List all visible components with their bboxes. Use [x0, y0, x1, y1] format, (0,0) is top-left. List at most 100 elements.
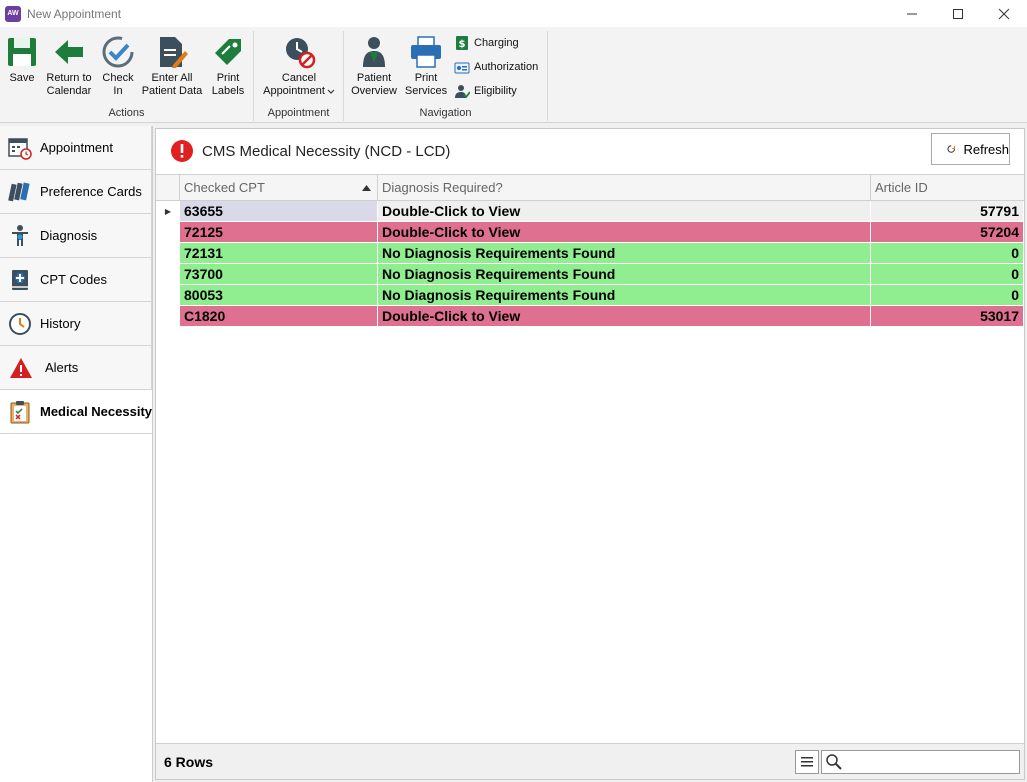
header-label: Article ID: [875, 180, 928, 195]
enter-label-1: Enter All: [151, 72, 193, 84]
row-indicator: [156, 222, 180, 242]
sidebar-item-preference-cards[interactable]: Preference Cards: [0, 170, 152, 214]
column-chooser-button[interactable]: [795, 750, 819, 774]
refresh-icon: [947, 145, 955, 153]
minimize-icon: [907, 13, 917, 14]
table-row[interactable]: 72131 No Diagnosis Requirements Found 0: [156, 243, 1024, 264]
save-button[interactable]: Save: [4, 35, 40, 85]
save-icon: [8, 38, 36, 66]
cell-diagnosis: Double-Click to View: [378, 201, 871, 221]
authorization-icon: [454, 62, 470, 74]
actions-group-label: Actions: [108, 107, 145, 119]
patient-overview-button[interactable]: Patient Overview: [348, 35, 400, 98]
table-row[interactable]: 72125 Double-Click to View 57204: [156, 222, 1024, 243]
sidebar-item-label: CPT Codes: [40, 272, 107, 287]
print-labels-button[interactable]: Print Labels: [208, 35, 248, 98]
enter-all-patient-data-button[interactable]: Enter All Patient Data: [140, 35, 204, 98]
print-label-2: Labels: [211, 85, 245, 97]
print-label-1: Print: [216, 72, 240, 84]
sidebar: Appointment Preference Cards Diagnosis C…: [0, 126, 153, 782]
cell-cpt: 63655: [180, 201, 378, 221]
enter-label-2: Patient Data: [141, 85, 203, 97]
sidebar-item-cpt-codes[interactable]: CPT Codes: [0, 258, 152, 302]
chevron-down-icon: [327, 89, 335, 94]
cell-cpt: 73700: [180, 264, 378, 284]
cell-cpt: 80053: [180, 285, 378, 305]
column-header-article-id[interactable]: Article ID: [871, 175, 1024, 200]
overview-label-1: Patient: [356, 72, 392, 84]
table-row[interactable]: ▶ 63655 Double-Click to View 57791: [156, 201, 1024, 222]
cancel-appointment-button[interactable]: Cancel Appointment: [260, 35, 338, 98]
cancel-label-2: Appointment: [263, 85, 325, 97]
cell-diagnosis: No Diagnosis Requirements Found: [378, 243, 871, 263]
sidebar-item-appointment[interactable]: Appointment: [0, 126, 152, 170]
dollar-icon: $: [456, 36, 468, 50]
cell-article-id: 53017: [871, 306, 1024, 326]
row-count: 6 Rows: [164, 753, 214, 770]
sidebar-item-alerts[interactable]: Alerts: [0, 346, 152, 390]
sidebar-item-history[interactable]: History: [0, 302, 152, 346]
services-label-2: Services: [404, 85, 448, 97]
check-in-button[interactable]: Check In: [98, 35, 138, 98]
cards-icon: [8, 182, 30, 201]
medical-necessity-panel: CMS Medical Necessity (NCD - LCD) Refres…: [155, 128, 1025, 780]
cell-diagnosis: No Diagnosis Requirements Found: [378, 285, 871, 305]
table-row[interactable]: 80053 No Diagnosis Requirements Found 0: [156, 285, 1024, 306]
print-services-button[interactable]: Print Services: [402, 35, 450, 98]
cell-article-id: 0: [871, 264, 1024, 284]
return-label-1: Return to: [46, 72, 92, 84]
column-header-checked-cpt[interactable]: Checked CPT: [180, 175, 378, 200]
sidebar-item-diagnosis[interactable]: Diagnosis: [0, 214, 152, 258]
eligibility-button[interactable]: Eligibility: [454, 81, 517, 101]
cell-cpt: 72131: [180, 243, 378, 263]
panel-header: CMS Medical Necessity (NCD - LCD) Refres…: [156, 129, 1024, 173]
return-to-calendar-button[interactable]: Return to Calendar: [44, 35, 94, 98]
sidebar-item-label: Appointment: [40, 140, 113, 155]
services-label-1: Print: [414, 72, 438, 84]
tag-icon: [215, 39, 241, 65]
save-label: Save: [9, 72, 35, 84]
eligibility-label: Eligibility: [474, 85, 517, 97]
actions-group: Save Return to Calendar Check In Enter A…: [0, 31, 254, 121]
navigation-group-label: Navigation: [419, 107, 472, 119]
cell-article-id: 57791: [871, 201, 1024, 221]
title-bar: AW New Appointment: [0, 0, 1027, 27]
user-check-icon: [455, 85, 470, 99]
cell-diagnosis: No Diagnosis Requirements Found: [378, 264, 871, 284]
history-clock-icon: [9, 312, 31, 335]
grid-footer: 6 Rows: [156, 743, 1024, 779]
current-row-indicator-icon: ▶: [156, 201, 180, 221]
minimize-button[interactable]: [889, 0, 935, 27]
row-indicator-header: [156, 175, 180, 200]
close-button[interactable]: [981, 0, 1027, 27]
charging-button[interactable]: $ Charging: [454, 33, 519, 53]
table-row[interactable]: C1820 Double-Click to View 53017: [156, 306, 1024, 327]
checkin-label-2: In: [113, 85, 123, 97]
refresh-button[interactable]: Refresh: [931, 133, 1010, 165]
cell-cpt: 72125: [180, 222, 378, 242]
column-header-diagnosis-required[interactable]: Diagnosis Required?: [378, 175, 871, 200]
row-indicator: [156, 285, 180, 305]
patient-icon: [363, 37, 385, 67]
cancel-label-1: Cancel: [281, 72, 317, 84]
header-label: Diagnosis Required?: [382, 180, 503, 195]
charging-label: Charging: [474, 37, 519, 49]
table-row[interactable]: 73700 No Diagnosis Requirements Found 0: [156, 264, 1024, 285]
clipboard-check-icon: [10, 400, 30, 423]
cell-diagnosis: Double-Click to View: [378, 222, 871, 242]
medical-book-icon: [12, 269, 28, 290]
authorization-label: Authorization: [474, 61, 539, 73]
check-circle-icon: [102, 36, 134, 68]
sort-ascending-icon: [362, 185, 371, 191]
cpt-grid: Checked CPT Diagnosis Required? Article …: [156, 174, 1024, 744]
checkin-label-1: Check: [102, 72, 134, 84]
maximize-button[interactable]: [935, 0, 981, 27]
svg-text:$: $: [459, 39, 466, 50]
sidebar-item-medical-necessity[interactable]: Medical Necessity: [0, 390, 152, 434]
grid-search-input[interactable]: [821, 750, 1020, 774]
cell-cpt: C1820: [180, 306, 378, 326]
navigation-group: Patient Overview Print Services $ Chargi…: [344, 31, 548, 121]
authorization-button[interactable]: Authorization: [454, 57, 538, 77]
sidebar-item-label: Preference Cards: [40, 184, 142, 199]
close-icon: [998, 8, 1010, 19]
